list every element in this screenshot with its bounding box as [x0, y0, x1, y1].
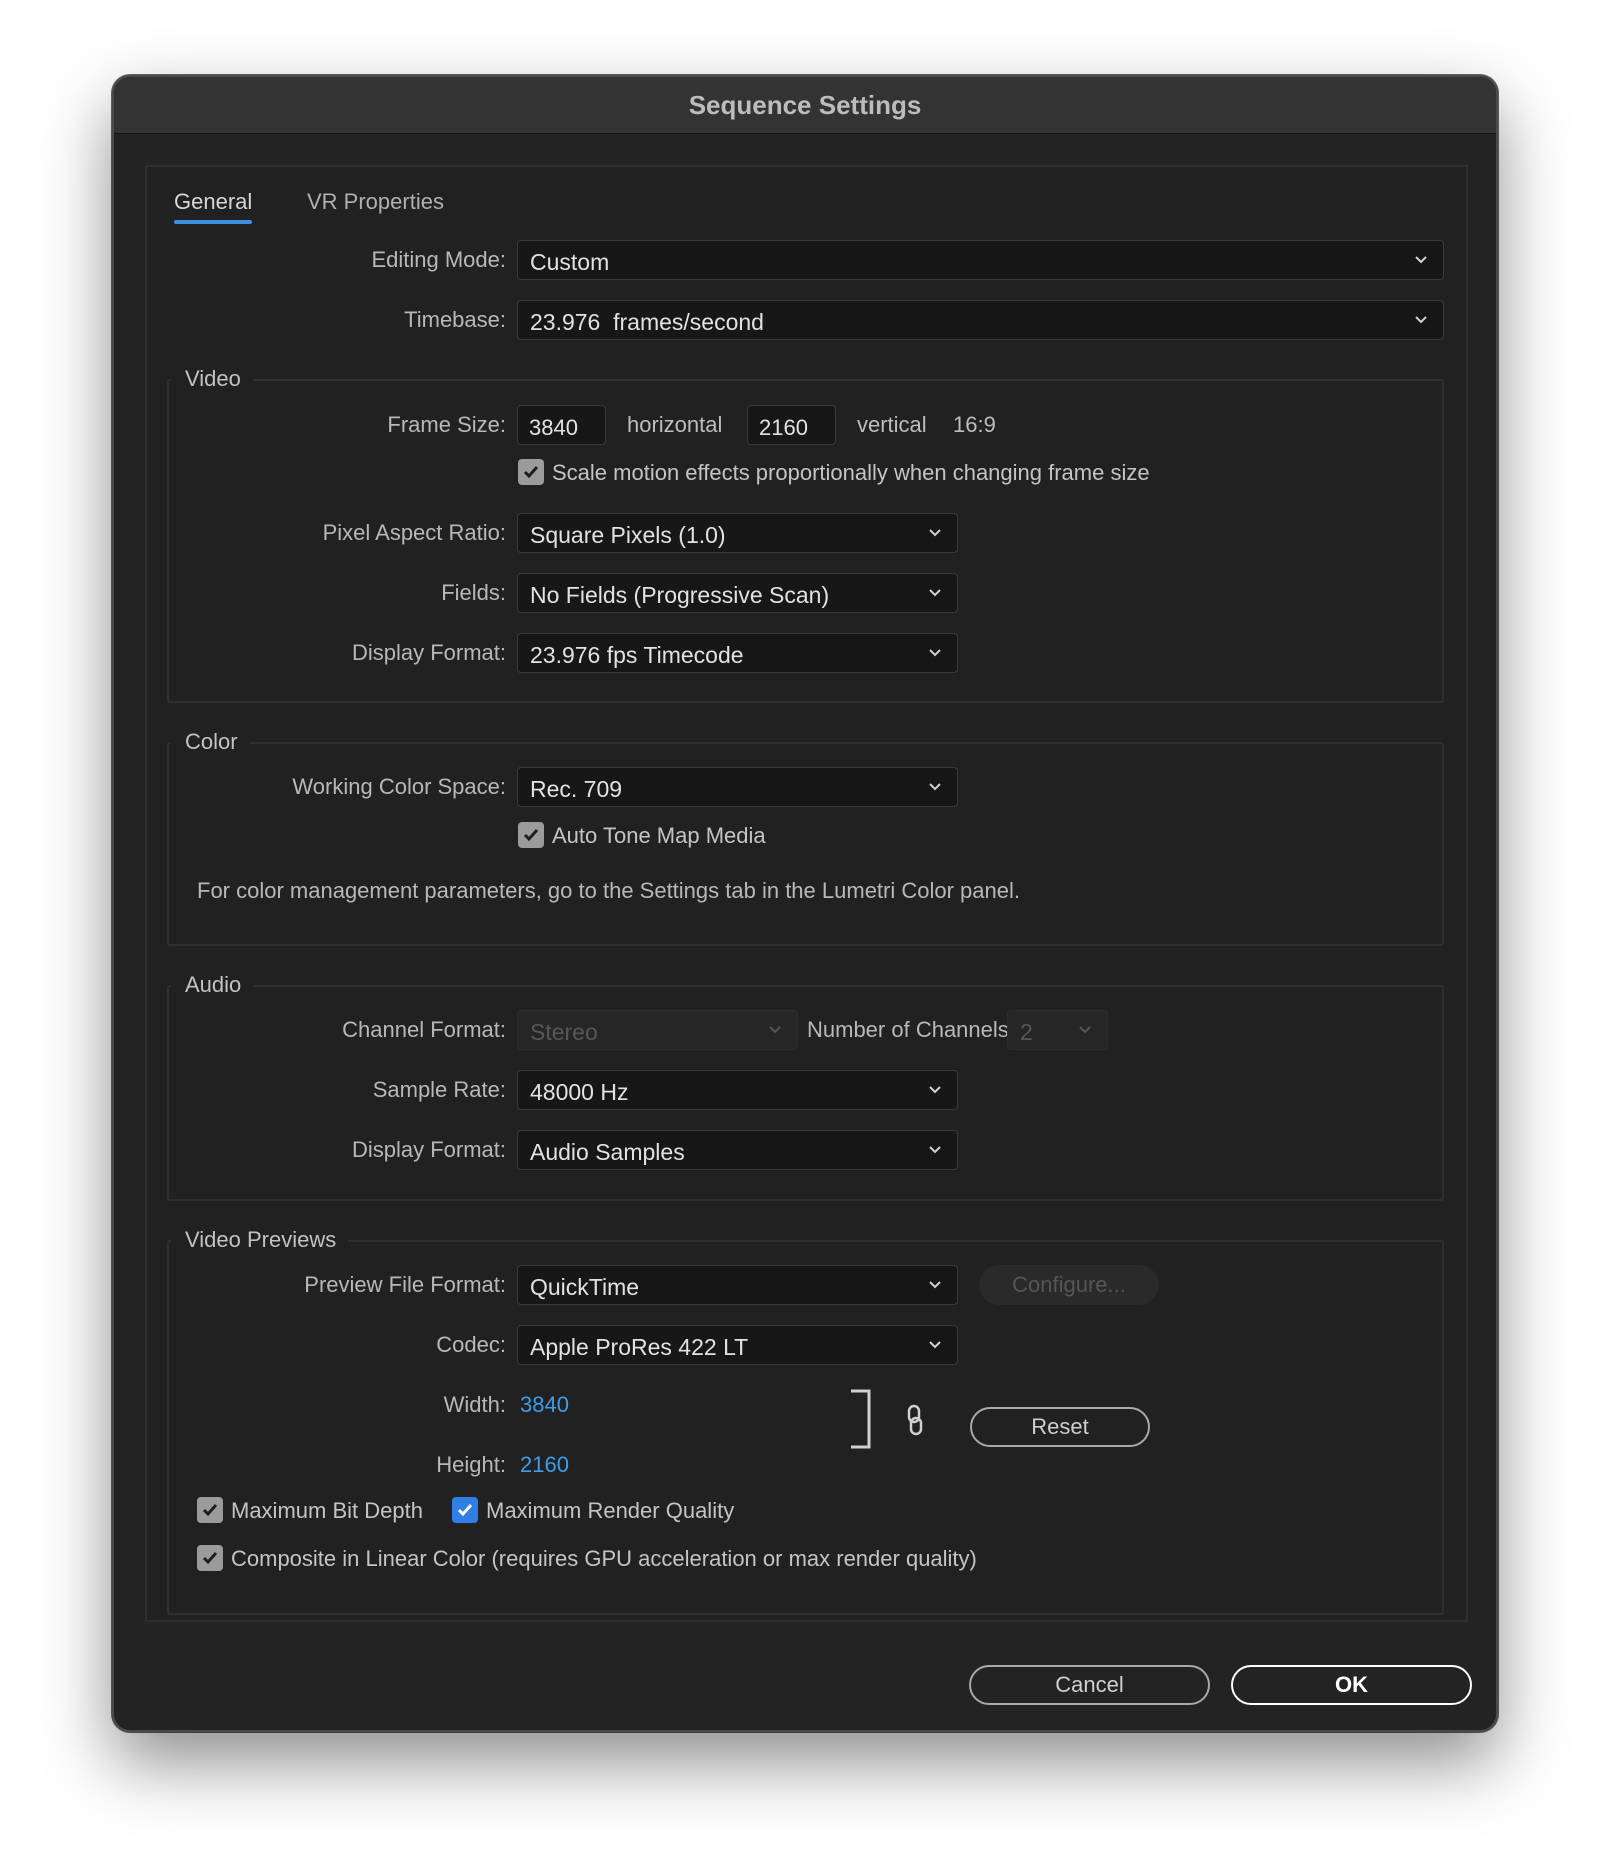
dialog-title: Sequence Settings: [114, 77, 1496, 134]
audio-display-format-select[interactable]: Audio Samples: [517, 1130, 958, 1170]
frame-width-input[interactable]: 3840: [517, 405, 606, 445]
preview-height-label: Height:: [436, 1452, 506, 1477]
number-of-channels-select: 2: [1007, 1010, 1108, 1050]
video-display-format-value: 23.976 fps Timecode: [530, 642, 744, 668]
scale-motion-label[interactable]: Scale motion effects proportionally when…: [552, 460, 1150, 486]
chevron-down-icon: [929, 1341, 941, 1349]
vertical-label: vertical: [857, 412, 927, 437]
pixel-aspect-ratio-value: Square Pixels (1.0): [530, 522, 726, 548]
chevron-down-icon: [929, 1146, 941, 1154]
frame-width-value: 3840: [529, 415, 578, 440]
channel-format-select: Stereo: [517, 1010, 798, 1050]
preview-width-label: Width:: [443, 1392, 506, 1417]
video-group-title: Video: [171, 366, 253, 392]
sample-rate-select[interactable]: 48000 Hz: [517, 1070, 958, 1110]
checkmark-icon: [202, 1504, 218, 1517]
chevron-down-icon: [929, 1086, 941, 1094]
auto-tone-map-checkbox[interactable]: [518, 822, 544, 848]
fields-label: Fields:: [441, 580, 506, 605]
frame-height-value: 2160: [759, 415, 808, 440]
configure-button[interactable]: Configure...: [979, 1265, 1159, 1305]
video-display-format-select[interactable]: 23.976 fps Timecode: [517, 633, 958, 673]
checkmark-icon: [457, 1504, 473, 1517]
max-render-quality-checkbox[interactable]: [452, 1497, 478, 1523]
audio-display-format-value: Audio Samples: [530, 1139, 685, 1165]
preview-width-value[interactable]: 3840: [520, 1392, 569, 1418]
audio-display-format-label: Display Format:: [351, 1137, 506, 1162]
number-of-channels-value: 2: [1020, 1019, 1033, 1045]
codec-select[interactable]: Apple ProRes 422 LT: [517, 1325, 958, 1365]
timebase-select[interactable]: 23.976 frames/second: [517, 300, 1444, 340]
editing-mode-select[interactable]: Custom: [517, 240, 1444, 280]
checkmark-icon: [202, 1552, 218, 1565]
settings-panel: General VR Properties Editing Mode: Cust…: [145, 165, 1468, 1622]
pixel-aspect-ratio-select[interactable]: Square Pixels (1.0): [517, 513, 958, 553]
chevron-down-icon: [769, 1026, 781, 1034]
working-color-space-value: Rec. 709: [530, 776, 623, 802]
editing-mode-value: Custom: [530, 249, 610, 275]
video-display-format-label: Display Format:: [351, 640, 506, 665]
preview-file-format-select[interactable]: QuickTime: [517, 1265, 958, 1305]
constrain-bracket-icon: [851, 1389, 871, 1449]
codec-value: Apple ProRes 422 LT: [530, 1334, 749, 1360]
sequence-settings-dialog: Sequence Settings General VR Properties …: [112, 75, 1498, 1732]
working-color-space-select[interactable]: Rec. 709: [517, 767, 958, 807]
fields-value: No Fields (Progressive Scan): [530, 582, 830, 608]
max-render-quality-label[interactable]: Maximum Render Quality: [486, 1498, 734, 1524]
timebase-value: 23.976 frames/second: [530, 309, 764, 335]
cancel-button[interactable]: Cancel: [969, 1665, 1210, 1705]
composite-linear-checkbox[interactable]: [197, 1545, 223, 1571]
timebase-label: Timebase:: [404, 307, 506, 332]
audio-group-title: Audio: [171, 972, 254, 998]
editing-mode-label: Editing Mode:: [371, 247, 506, 272]
video-previews-group-title: Video Previews: [171, 1227, 349, 1253]
chevron-down-icon: [1415, 316, 1427, 324]
chevron-down-icon: [929, 1281, 941, 1289]
working-color-space-label: Working Color Space:: [292, 774, 506, 799]
codec-label: Codec:: [436, 1332, 506, 1357]
tab-vr-properties[interactable]: VR Properties: [307, 189, 444, 215]
preview-file-format-label: Preview File Format:: [304, 1272, 506, 1297]
tab-general[interactable]: General: [174, 189, 252, 215]
link-icon[interactable]: [904, 1404, 926, 1438]
chevron-down-icon: [929, 589, 941, 597]
max-bit-depth-label[interactable]: Maximum Bit Depth: [231, 1498, 423, 1524]
preview-height-value[interactable]: 2160: [520, 1452, 569, 1478]
ok-button[interactable]: OK: [1231, 1665, 1472, 1705]
horizontal-label: horizontal: [627, 412, 723, 437]
checkmark-icon: [523, 829, 539, 842]
number-of-channels-label: Number of Channels:: [807, 1017, 1015, 1042]
chevron-down-icon: [929, 783, 941, 791]
color-group-title: Color: [171, 729, 250, 755]
color-management-note: For color management parameters, go to t…: [197, 878, 1020, 903]
sample-rate-value: 48000 Hz: [530, 1079, 629, 1105]
checkmark-icon: [523, 466, 539, 479]
composite-linear-label[interactable]: Composite in Linear Color (requires GPU …: [231, 1546, 977, 1572]
max-bit-depth-checkbox[interactable]: [197, 1497, 223, 1523]
sample-rate-label: Sample Rate:: [372, 1077, 506, 1102]
preview-file-format-value: QuickTime: [530, 1274, 640, 1300]
reset-button[interactable]: Reset: [970, 1407, 1150, 1447]
channel-format-label: Channel Format:: [342, 1017, 506, 1042]
frame-height-input[interactable]: 2160: [747, 405, 836, 445]
chevron-down-icon: [1415, 256, 1427, 264]
pixel-aspect-ratio-label: Pixel Aspect Ratio:: [322, 520, 506, 545]
aspect-ratio-text: 16:9: [953, 412, 996, 437]
auto-tone-map-label[interactable]: Auto Tone Map Media: [552, 823, 766, 849]
chevron-down-icon: [1079, 1026, 1091, 1034]
scale-motion-checkbox[interactable]: [518, 459, 544, 485]
chevron-down-icon: [929, 649, 941, 657]
fields-select[interactable]: No Fields (Progressive Scan): [517, 573, 958, 613]
frame-size-label: Frame Size:: [387, 412, 506, 437]
active-tab-indicator: [174, 220, 252, 224]
channel-format-value: Stereo: [530, 1019, 598, 1045]
chevron-down-icon: [929, 529, 941, 537]
